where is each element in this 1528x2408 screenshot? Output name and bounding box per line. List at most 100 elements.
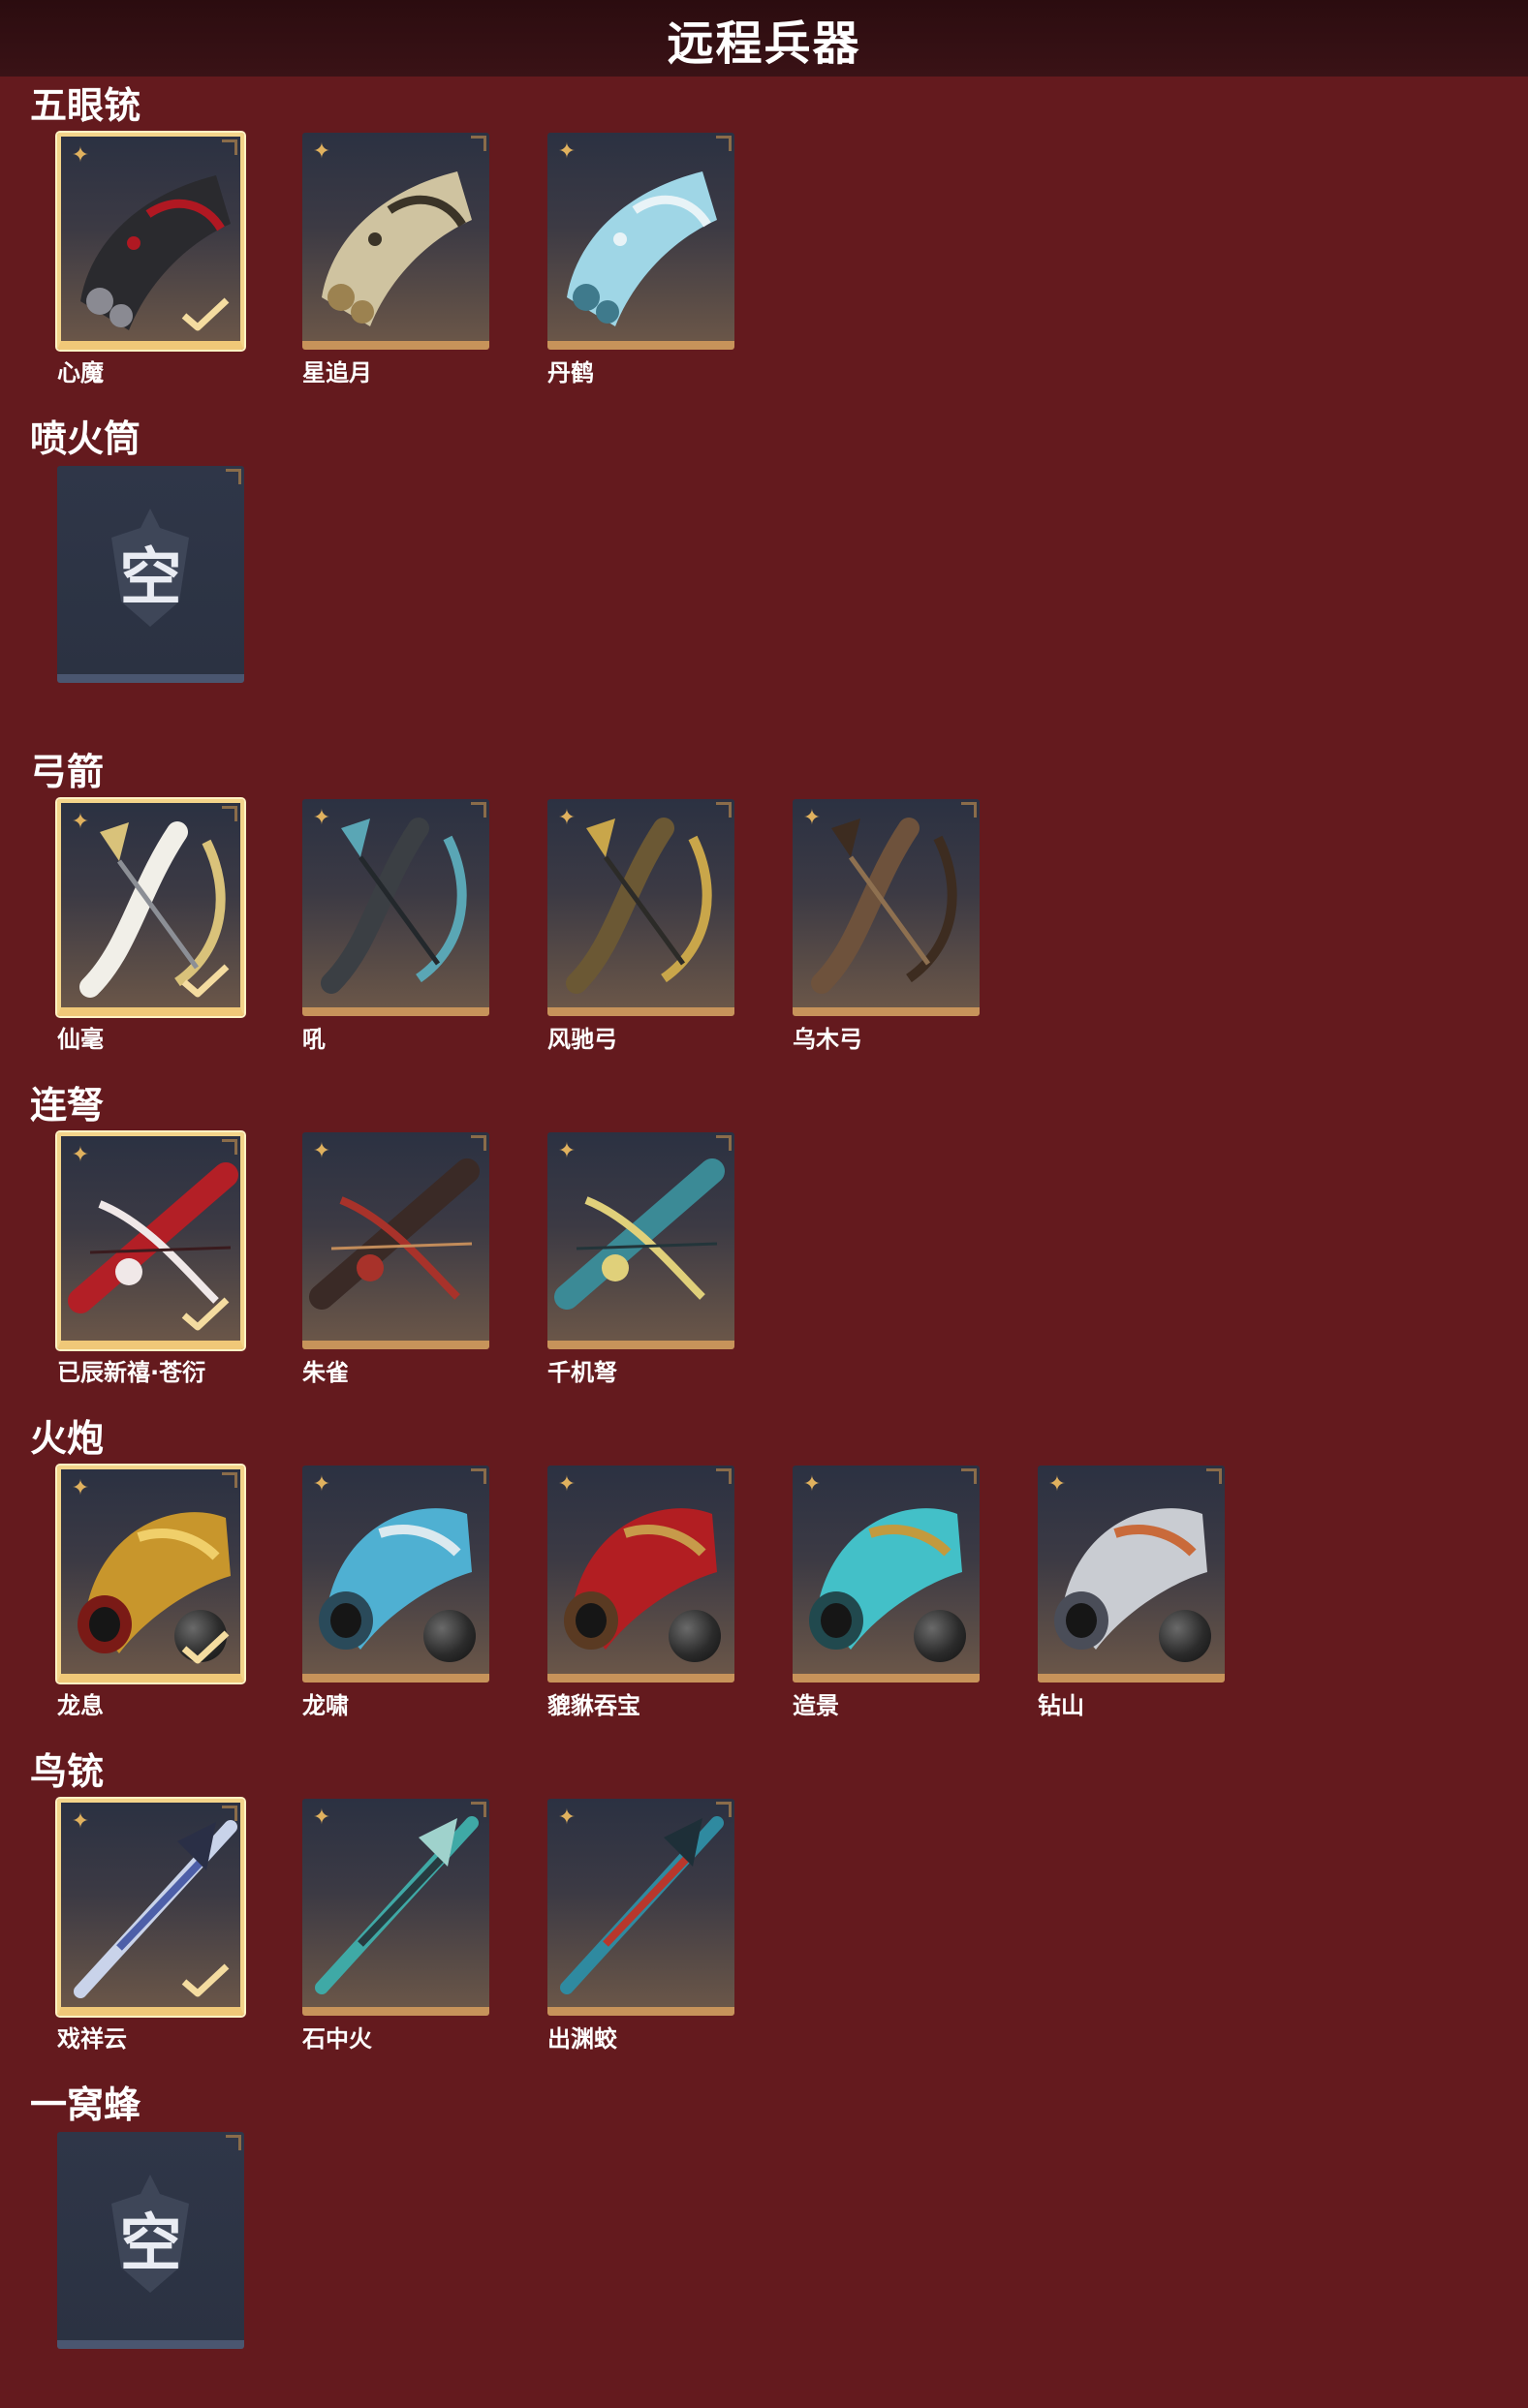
weapon-image (321, 818, 467, 994)
weapon-item[interactable]: ✦ 心魔 (57, 133, 244, 389)
weapon-name: 造景 (793, 1692, 839, 1719)
corner-mark-icon (716, 1802, 732, 1817)
weapon-name: 已辰新禧·苍衍 (57, 1359, 206, 1386)
weapon-item[interactable]: ✦ 仙毫 (57, 799, 244, 1056)
corner-mark-icon (716, 136, 732, 151)
rarity-star-icon: ✦ (312, 1472, 331, 1497)
weapon-item[interactable]: ✦ 已辰新禧·苍衍 (57, 1132, 244, 1389)
rarity-star-icon: ✦ (802, 1472, 822, 1497)
weapon-name: 千机弩 (547, 1359, 617, 1386)
cannonball-icon (423, 1610, 476, 1662)
weapon-image (322, 171, 472, 326)
weapon-item[interactable]: ✦ 星追月 (302, 133, 489, 389)
rarity-star-icon: ✦ (71, 810, 90, 834)
weapon-card: ✦ (302, 799, 489, 1016)
weapon-item[interactable]: ✦ 乌木弓 (793, 799, 980, 1056)
weapon-list: 空 (57, 466, 1511, 718)
weapon-card: ✦ (302, 1466, 489, 1683)
rarity-star-icon: ✦ (71, 143, 90, 168)
weapon-item[interactable]: ✦ 钻山 (1038, 1466, 1225, 1722)
cannonball-icon (669, 1610, 721, 1662)
weapon-name: 貔貅吞宝 (547, 1692, 640, 1719)
weapon-item[interactable]: ✦ 出渊蛟 (547, 1799, 734, 2055)
rarity-star-icon: ✦ (557, 1139, 577, 1163)
weapon-image (566, 818, 712, 994)
empty-weapon-slot[interactable]: 空 (57, 2132, 244, 2389)
page: 远程兵器 五眼铳 ✦ 心魔 ✦ 星追月 ✦ 丹鹤 喷火筒空弓箭 ✦ 仙毫 ✦ 吼 ✦ 风驰弓 (0, 0, 1528, 2408)
weapon-item[interactable]: ✦ 石中火 (302, 1799, 489, 2055)
weapon-name: 钻山 (1038, 1692, 1084, 1719)
weapon-name: 乌木弓 (793, 1026, 862, 1053)
weapon-image (309, 1158, 480, 1310)
weapon-name: 吼 (302, 1026, 326, 1053)
weapon-name: 丹鹤 (547, 359, 594, 386)
corner-mark-icon (226, 2135, 241, 2150)
corner-mark-icon (961, 1468, 977, 1484)
corner-mark-icon (222, 806, 237, 821)
weapon-name: 出渊蛟 (547, 2025, 617, 2053)
weapon-item[interactable]: ✦ 戏祥云 (57, 1799, 244, 2055)
page-title: 远程兵器 (667, 15, 861, 71)
weapon-name: 星追月 (302, 359, 372, 386)
weapon-item[interactable]: ✦ 龙息 (57, 1466, 244, 1722)
rarity-star-icon: ✦ (71, 1143, 90, 1167)
rarity-star-icon: ✦ (71, 1809, 90, 1834)
rarity-star-icon: ✦ (312, 1806, 331, 1830)
corner-mark-icon (222, 1806, 237, 1821)
weapon-name: 龙啸 (302, 1692, 349, 1719)
weapon-item[interactable]: ✦ 造景 (793, 1466, 980, 1722)
weapon-card: ✦ (57, 1799, 244, 2016)
weapon-name: 石中火 (302, 2025, 372, 2053)
corner-mark-icon (716, 1468, 732, 1484)
equipped-check-icon (181, 1963, 230, 1997)
rarity-star-icon: ✦ (557, 1472, 577, 1497)
section-title: 鸟铳 (30, 1750, 105, 1793)
equipped-check-icon (181, 297, 230, 331)
section-title: 火炮 (30, 1417, 105, 1460)
equipped-check-icon (181, 1630, 230, 1664)
corner-mark-icon (226, 469, 241, 484)
weapon-card: ✦ (302, 133, 489, 350)
corner-mark-icon (222, 1139, 237, 1155)
weapon-image (560, 1816, 724, 1994)
weapon-card: 空 (57, 466, 244, 683)
weapon-name: 戏祥云 (57, 2025, 127, 2053)
rarity-star-icon: ✦ (557, 139, 577, 164)
equipped-check-icon (181, 964, 230, 998)
corner-mark-icon (471, 136, 486, 151)
corner-mark-icon (1206, 1468, 1222, 1484)
rarity-star-icon: ✦ (71, 1476, 90, 1500)
rarity-star-icon: ✦ (1047, 1472, 1067, 1497)
weapon-image (567, 171, 717, 326)
weapon-card: ✦ (793, 799, 980, 1016)
weapon-item[interactable]: ✦ 风驰弓 (547, 799, 734, 1056)
section-title: 一窝蜂 (30, 2084, 141, 2126)
weapon-name: 仙毫 (57, 1026, 104, 1053)
weapon-item[interactable]: ✦ 貔貅吞宝 (547, 1466, 734, 1722)
cannonball-icon (1159, 1610, 1211, 1662)
weapon-card: ✦ (302, 1799, 489, 2016)
weapon-list: ✦ 已辰新禧·苍衍 ✦ 朱雀 ✦ 千机弩 (57, 1132, 1511, 1386)
weapon-card: ✦ (57, 799, 244, 1016)
weapon-card: ✦ (57, 1132, 244, 1349)
weapon-card: ✦ (793, 1466, 980, 1683)
weapon-image (811, 818, 957, 994)
rarity-star-icon: ✦ (312, 806, 331, 830)
corner-mark-icon (471, 1468, 486, 1484)
weapon-item[interactable]: ✦ 千机弩 (547, 1132, 734, 1389)
weapon-list: ✦ 龙息 ✦ 龙啸 ✦ 貔貅吞宝 ✦ 造景 ✦ 钻山 (57, 1466, 1511, 1719)
weapon-item[interactable]: ✦ 丹鹤 (547, 133, 734, 389)
weapon-card: ✦ (57, 1466, 244, 1683)
weapon-card: ✦ (1038, 1466, 1225, 1683)
empty-weapon-slot[interactable]: 空 (57, 466, 244, 723)
weapon-item[interactable]: ✦ 龙啸 (302, 1466, 489, 1722)
weapon-list: ✦ 戏祥云 ✦ 石中火 ✦ 出渊蛟 (57, 1799, 1511, 2053)
weapon-name: 心魔 (57, 359, 104, 386)
cannonball-icon (914, 1610, 966, 1662)
section-title: 弓箭 (30, 751, 105, 793)
corner-mark-icon (471, 1802, 486, 1817)
weapon-image (315, 1816, 479, 1994)
weapon-item[interactable]: ✦ 吼 (302, 799, 489, 1056)
weapon-item[interactable]: ✦ 朱雀 (302, 1132, 489, 1389)
corner-mark-icon (471, 802, 486, 818)
